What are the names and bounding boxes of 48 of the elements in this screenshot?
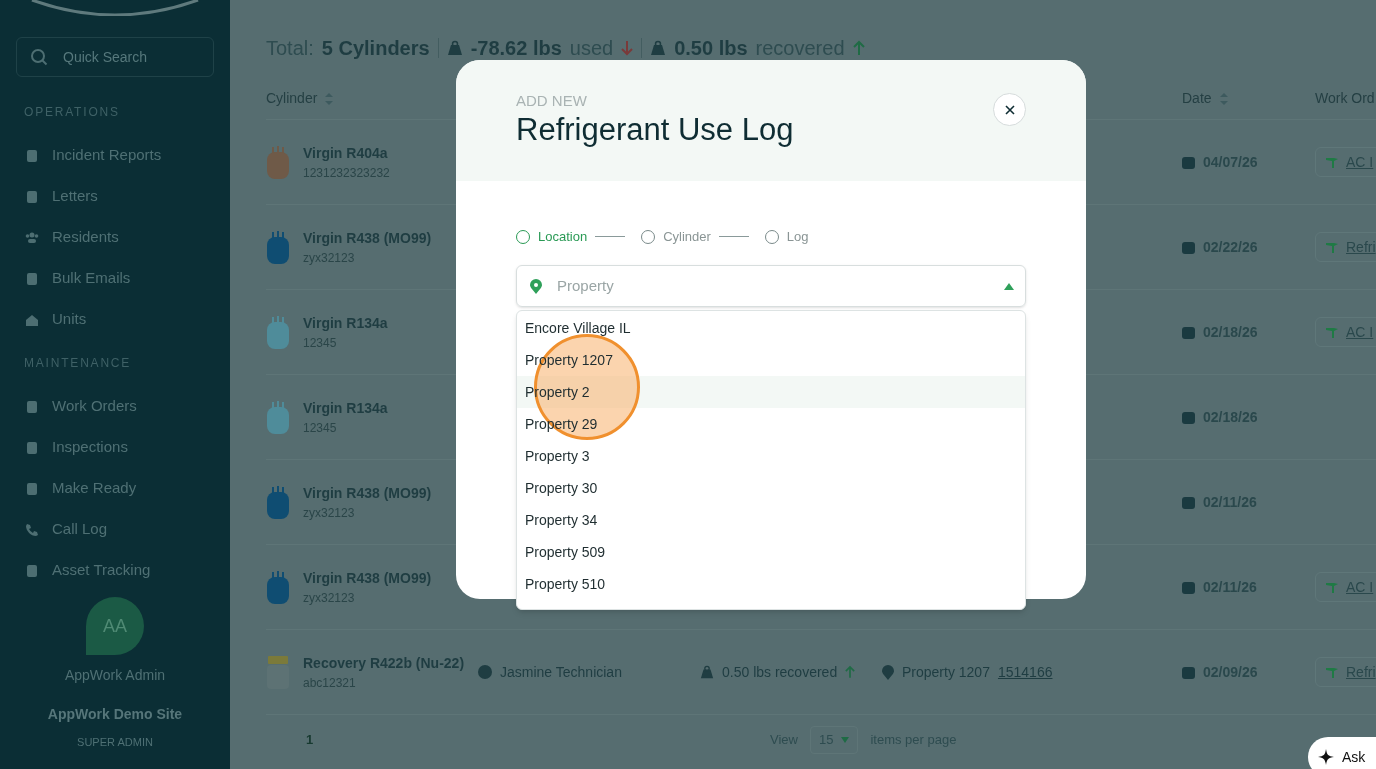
- clipboard-icon: [24, 439, 40, 456]
- dropdown-option[interactable]: Encore Village IL: [517, 312, 1025, 344]
- phone-icon: [24, 521, 40, 538]
- user-name: AppWork Admin: [64, 666, 166, 685]
- person-icon: [478, 665, 492, 679]
- up-arrow-icon: [852, 40, 865, 56]
- step-label[interactable]: Log: [786, 227, 809, 247]
- sidebar-item[interactable]: Bulk Emails: [24, 258, 206, 299]
- down-arrow-icon: [621, 40, 634, 56]
- caret-icon: [841, 737, 850, 743]
- search-icon: [30, 48, 48, 66]
- sidebar-item[interactable]: Residents: [24, 217, 206, 258]
- sort-icon: [325, 91, 334, 106]
- dropdown-option[interactable]: Property 34: [517, 504, 1025, 536]
- step-label[interactable]: Cylinder: [663, 227, 711, 247]
- modal-eyebrow: ADD NEW: [516, 92, 588, 110]
- weight-icon: [700, 665, 714, 679]
- page-number[interactable]: 1: [266, 730, 770, 750]
- weight-icon: [650, 40, 667, 56]
- location-pin-icon: [530, 278, 542, 294]
- sort-icon: [1219, 91, 1228, 106]
- user-role: SUPER ADMIN: [77, 735, 153, 750]
- search-field[interactable]: Quick Search: [16, 37, 214, 77]
- close-button[interactable]: [993, 93, 1026, 126]
- dropdown-option[interactable]: Property 30: [517, 472, 1025, 504]
- sidebar-item[interactable]: Asset Tracking: [24, 550, 206, 591]
- dropdown-option[interactable]: Property 509: [517, 536, 1025, 568]
- weight-icon: [446, 40, 463, 56]
- sidebar-item[interactable]: Work Orders: [24, 386, 206, 427]
- sidebar-item[interactable]: Inspections: [24, 427, 206, 468]
- step-label[interactable]: Location: [538, 227, 588, 247]
- property-field[interactable]: Property: [516, 264, 1026, 307]
- close-icon: [1004, 104, 1015, 115]
- dropdown-option[interactable]: Property 510: [517, 568, 1025, 600]
- sidebar-item[interactable]: Units: [24, 299, 206, 340]
- assistant-button[interactable]: Ask: [1308, 737, 1376, 769]
- sidebar-item[interactable]: Make Ready: [24, 468, 206, 509]
- site-name: AppWork Demo Site: [47, 705, 183, 724]
- sparkle-icon: [1318, 749, 1334, 765]
- report-icon: [24, 147, 40, 164]
- dropdown-option[interactable]: Property 3: [517, 440, 1025, 472]
- sidebar-item[interactable]: Incident Reports: [24, 135, 206, 176]
- sidebar-item[interactable]: Call Log: [24, 509, 206, 550]
- modal-title: Refrigerant Use Log: [516, 111, 794, 149]
- location-pin-icon: [882, 664, 894, 680]
- up-arrow-icon: [845, 665, 856, 679]
- sidebar-item[interactable]: Letters: [24, 176, 206, 217]
- logo-icon: [30, 0, 200, 16]
